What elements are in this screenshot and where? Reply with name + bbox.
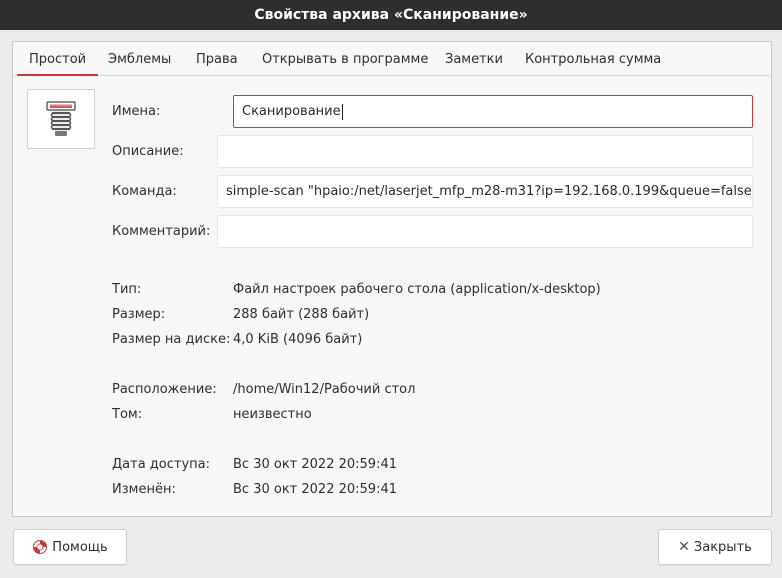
tab-emblems[interactable]: Эмблемы bbox=[96, 42, 183, 76]
tab-checksum[interactable]: Контрольная сумма bbox=[513, 42, 673, 76]
volume-label: Том: bbox=[112, 407, 143, 422]
help-lifebuoy-icon bbox=[33, 540, 48, 554]
modified-label: Изменён: bbox=[112, 482, 176, 497]
size-value: 288 байт (288 байт) bbox=[233, 307, 370, 322]
tab-basic[interactable]: Простой bbox=[17, 42, 99, 76]
disk-size-value: 4,0 KiB (4096 байт) bbox=[233, 332, 363, 347]
close-icon: ✕ bbox=[678, 539, 690, 555]
window-titlebar: Свойства архива «Сканирование» bbox=[0, 0, 782, 30]
description-label: Описание: bbox=[112, 144, 184, 159]
type-value: Файл настроек рабочего стола (applicatio… bbox=[233, 282, 601, 297]
comment-label: Комментарий: bbox=[112, 224, 211, 239]
tab-bar: Простой Эмблемы Права Открывать в програ… bbox=[13, 42, 771, 76]
close-button[interactable]: ✕ Закрыть bbox=[658, 529, 772, 565]
comment-field[interactable] bbox=[217, 215, 753, 248]
modified-value: Вс 30 окт 2022 20:59:41 bbox=[233, 482, 397, 497]
close-button-label: Закрыть bbox=[693, 539, 752, 555]
name-value: Сканирование bbox=[242, 104, 341, 119]
window-title: Свойства архива «Сканирование» bbox=[254, 7, 528, 23]
disk-size-label: Размер на диске: bbox=[112, 332, 231, 347]
command-label: Команда: bbox=[112, 184, 177, 199]
location-value: /home/Win12/Рабочий стол bbox=[233, 382, 416, 397]
tab-permissions[interactable]: Права bbox=[184, 42, 250, 76]
description-field[interactable] bbox=[217, 135, 753, 168]
text-caret bbox=[341, 103, 343, 120]
size-label: Размер: bbox=[112, 307, 166, 322]
volume-value: неизвестно bbox=[233, 407, 312, 422]
scanner-file-icon bbox=[46, 101, 76, 136]
help-button-label: Помощь bbox=[52, 539, 108, 555]
tab-notes[interactable]: Заметки bbox=[433, 42, 515, 76]
tab-open-with[interactable]: Открывать в программе bbox=[250, 42, 440, 76]
location-label: Расположение: bbox=[112, 382, 217, 397]
command-value: simple-scan "hpaio:/net/laserjet_mfp_m28… bbox=[226, 184, 753, 199]
type-label: Тип: bbox=[112, 282, 142, 297]
name-field[interactable]: Сканирование bbox=[233, 95, 753, 128]
name-label: Имена: bbox=[112, 104, 161, 119]
accessed-label: Дата доступа: bbox=[112, 457, 210, 472]
accessed-value: Вс 30 окт 2022 20:59:41 bbox=[233, 457, 397, 472]
command-field[interactable]: simple-scan "hpaio:/net/laserjet_mfp_m28… bbox=[217, 175, 753, 208]
file-icon-button[interactable] bbox=[27, 89, 95, 149]
properties-notebook: Простой Эмблемы Права Открывать в програ… bbox=[12, 41, 772, 517]
help-button[interactable]: Помощь bbox=[13, 529, 127, 565]
